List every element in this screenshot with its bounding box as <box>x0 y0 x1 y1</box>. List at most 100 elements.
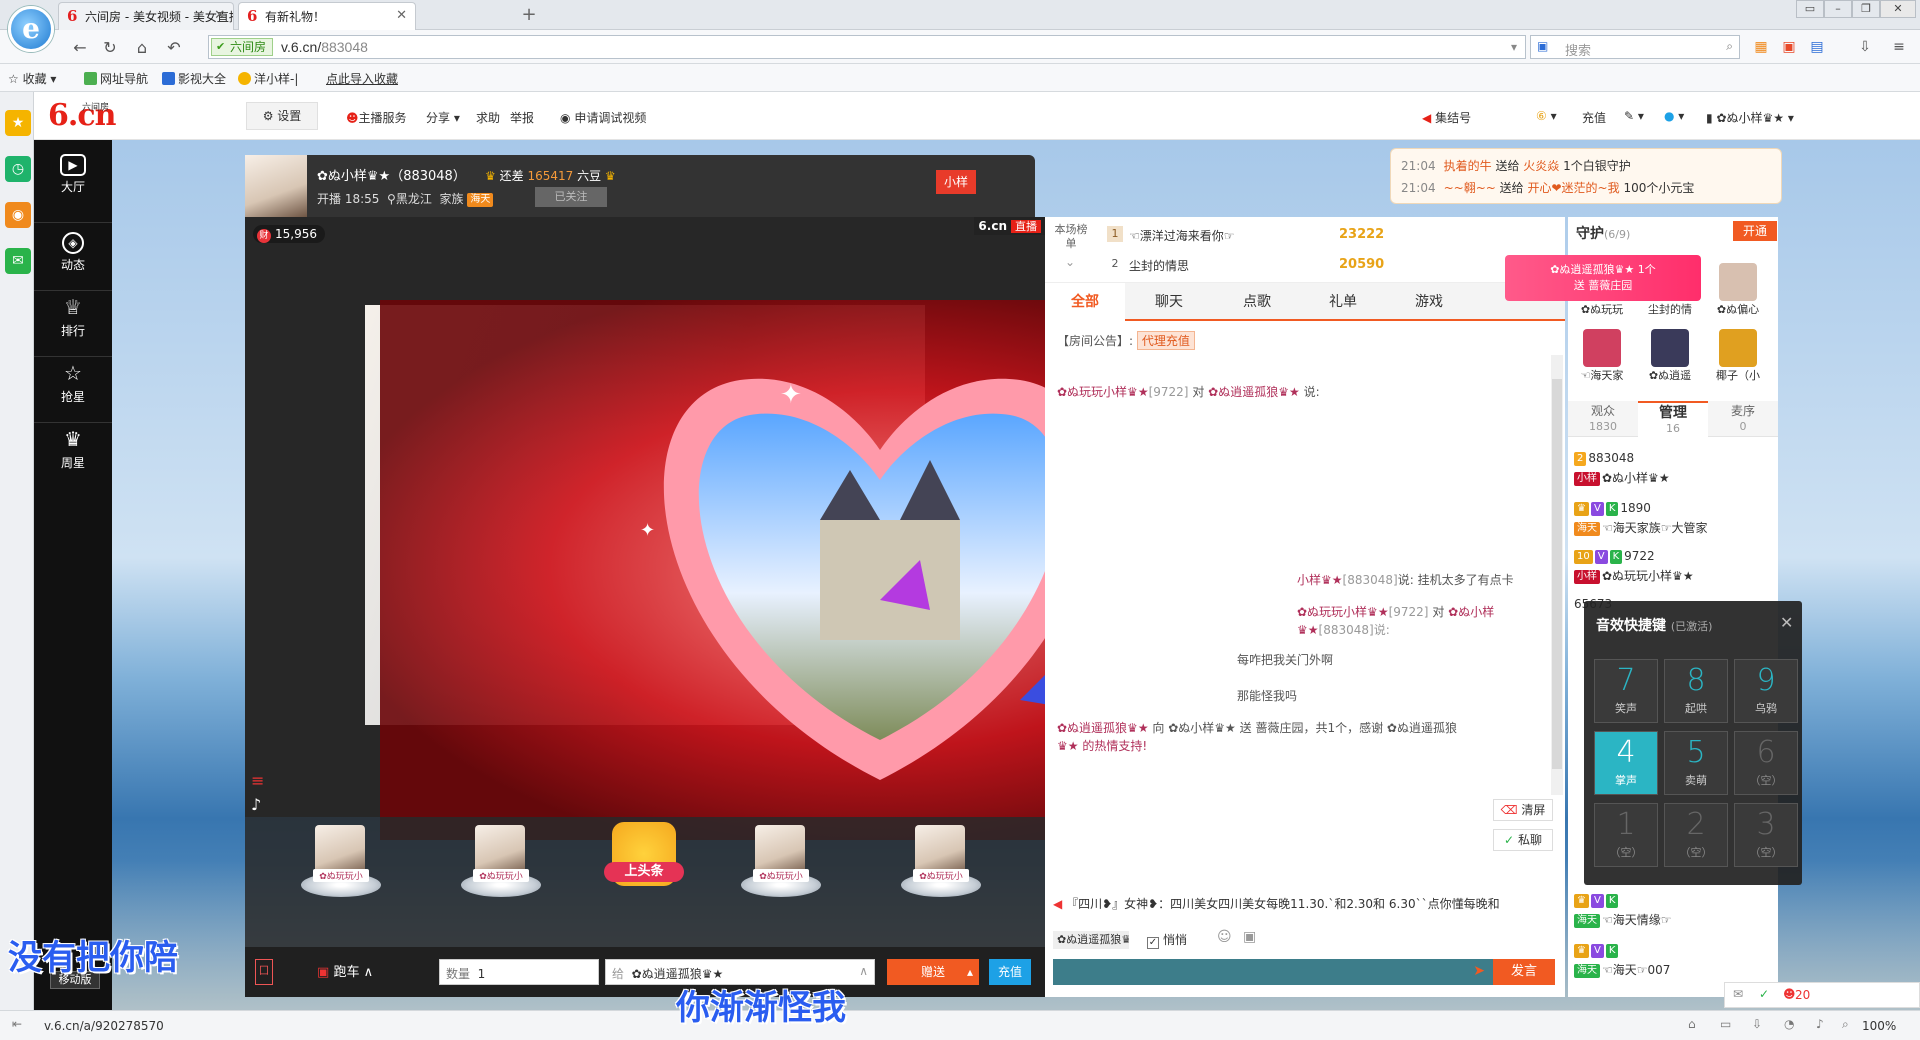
browser-tab-1[interactable]: 6 六间房 - 美女视频 - 美女直播 - ✕ <box>58 2 234 30</box>
sfx-key-4[interactable]: 4 掌声 <box>1594 731 1658 795</box>
rank-row[interactable]: 2 尘封的情思 20590 <box>1107 253 1557 277</box>
report-link[interactable]: 举报 <box>510 109 534 126</box>
nav-ranking[interactable]: ♕ 排行 <box>34 297 112 339</box>
dropdown-icon[interactable]: ▾ <box>1511 40 1517 54</box>
quantity-input[interactable]: 数量 1 <box>439 959 599 985</box>
rank-row[interactable]: 1 ☜漂洋过海来看你☞ 23222 <box>1107 223 1557 247</box>
seat[interactable]: ✿ぬ玩玩小 <box>733 825 829 915</box>
weibo-icon[interactable]: ◉ <box>5 202 31 228</box>
history-clock-icon[interactable]: ◷ <box>5 156 31 182</box>
bookmark-nav[interactable]: 网址导航 <box>84 70 148 87</box>
scroll-thumb[interactable] <box>1552 379 1562 769</box>
chat-messages[interactable]: 【房间公告】: 代理充值 ✿ぬ玩玩小样♛★[9722] 对 ✿ぬ逍遥孤狼♛★ 说… <box>1045 323 1555 795</box>
search-icon[interactable]: ⌕ <box>1726 39 1733 54</box>
window-close-button[interactable]: ✕ <box>1880 0 1916 18</box>
seat[interactable]: ✿ぬ玩玩小 <box>293 825 389 915</box>
viewer-row[interactable]: ♛ V K 海天 ☜海天情缘☞ <box>1574 891 1774 931</box>
home-icon[interactable]: ⌂ <box>132 38 152 57</box>
tab-gift-list[interactable]: 礼单 <box>1303 283 1383 321</box>
status-menu[interactable]: ● ▾ <box>1664 109 1684 123</box>
speed-icon[interactable]: ◔ <box>1784 1017 1794 1031</box>
search-field[interactable]: ▣ 搜索 ⌕ <box>1530 35 1740 59</box>
favorites-star-icon[interactable]: ★ <box>5 110 31 136</box>
tools-icon[interactable]: ▤ <box>1808 38 1826 56</box>
nav-weekly-star[interactable]: ♛ 周星 <box>34 429 112 471</box>
sfx-key-1[interactable]: 1 （空） <box>1594 803 1658 867</box>
whisper-checkbox[interactable]: ✓ 悄悄 <box>1147 931 1187 949</box>
url-field[interactable]: 六间房 v.6.cn/883048 ▾ <box>208 35 1526 59</box>
download-icon[interactable]: ⇩ <box>1752 1017 1762 1031</box>
chevron-down-icon[interactable]: ⌄ <box>1065 255 1075 269</box>
browser-tab-2[interactable]: 6 有新礼物！ ✕ <box>238 2 416 30</box>
tab-admin[interactable]: 管理 16 <box>1638 401 1708 437</box>
anchor-service-link[interactable]: ☻主播服务 <box>346 109 407 126</box>
new-tab-button[interactable]: + <box>516 4 542 28</box>
streamer-avatar[interactable] <box>245 155 307 217</box>
refresh-icon[interactable]: ↻ <box>100 38 120 57</box>
bookmark-yangxiaoyang[interactable]: 洋小样-| <box>238 70 298 87</box>
emoji-icon[interactable]: ☺ <box>1217 929 1232 945</box>
follow-button[interactable]: 已关注 <box>535 187 607 207</box>
share-link[interactable]: 分享 ▾ <box>426 109 460 126</box>
speaker-icon[interactable]: ♪ <box>1816 1017 1824 1031</box>
seat[interactable]: ✿ぬ玩玩小 <box>453 825 549 915</box>
download-icon[interactable]: ⇩ <box>1856 38 1874 56</box>
viewer-row[interactable]: 10 V K 9722 小样 ✿ぬ玩玩小样♛★ <box>1574 547 1774 587</box>
microphone-icon[interactable]: ♪ <box>251 795 261 814</box>
menu-icon[interactable]: ≡ <box>1890 38 1908 56</box>
check-icon[interactable]: ✓ <box>1759 987 1769 1001</box>
tab-chat[interactable]: 聊天 <box>1129 283 1209 321</box>
back-icon[interactable]: ← <box>70 38 90 57</box>
tab-audience[interactable]: 观众 1830 <box>1568 401 1638 437</box>
sfx-key-2[interactable]: 2 （空） <box>1664 803 1728 867</box>
bookmark-import[interactable]: 点此导入收藏 <box>326 70 398 87</box>
sfx-key-8[interactable]: 8 起哄 <box>1664 659 1728 723</box>
guard-item[interactable]: ✿ぬ逍遥 <box>1640 329 1700 389</box>
chat-recipient-select[interactable]: ✿ぬ逍遥孤狼♛ <box>1053 931 1129 949</box>
agent-recharge-link[interactable]: 代理充值 <box>1136 331 1195 350</box>
sfx-key-3[interactable]: 3 （空） <box>1734 803 1798 867</box>
nav-grab-star[interactable]: ☆ 抢星 <box>34 363 112 405</box>
close-icon[interactable]: ✕ <box>214 8 225 23</box>
sfx-key-6[interactable]: 6 （空） <box>1734 731 1798 795</box>
recharge-link[interactable]: 充值 <box>1582 109 1606 126</box>
close-icon[interactable]: ✕ <box>1780 613 1793 632</box>
settings-button[interactable]: ⚙ 设置 <box>246 102 318 130</box>
apps-icon[interactable]: ▦ <box>1752 38 1770 56</box>
image-icon[interactable]: ▣ <box>1243 929 1256 945</box>
wechat-icon[interactable]: ✉ <box>5 248 31 274</box>
send-message-button[interactable]: 发言 <box>1493 959 1555 985</box>
headline-button[interactable]: 上头条 <box>604 862 684 882</box>
race-car-button[interactable]: ▣ 跑车 ∧ <box>317 961 373 980</box>
edit-menu[interactable]: ✎ ▾ <box>1624 109 1644 123</box>
bookmark-video[interactable]: 影视大全 <box>162 70 226 87</box>
nav-dynamic[interactable]: ◈ 动态 <box>34 232 112 273</box>
clear-screen-button[interactable]: ⌫ 清屏 <box>1493 799 1553 821</box>
send-gift-button[interactable]: 赠送 ▴ <box>887 959 979 985</box>
debug-video-link[interactable]: ◉ 申请调试视频 <box>560 109 646 126</box>
tab-all[interactable]: 全部 <box>1045 283 1125 321</box>
family-tag[interactable]: 海天 <box>467 193 494 207</box>
monitor-icon[interactable]: ▭ <box>1720 1017 1731 1031</box>
sfx-key-7[interactable]: 7 笑声 <box>1594 659 1658 723</box>
coin-menu[interactable]: ⑥ ▾ <box>1536 109 1557 123</box>
video-player[interactable]: 财 15,956 6.cn 直播 ≡ ♪ <box>245 217 1045 817</box>
screenshot-icon[interactable]: ▣ <box>1780 38 1798 56</box>
secure-badge[interactable]: 六间房 <box>211 38 274 56</box>
tab-mic-queue[interactable]: 麦序 0 <box>1708 401 1778 437</box>
assembly-link[interactable]: ◀ 集结号 <box>1422 109 1471 126</box>
search-engine-icon[interactable]: ▣ <box>1537 39 1548 53</box>
sfx-key-5[interactable]: 5 卖萌 <box>1664 731 1728 795</box>
viewer-row[interactable]: 2 883048 小样 ✿ぬ小样♛★ <box>1574 449 1774 489</box>
close-icon[interactable]: ✕ <box>396 8 407 23</box>
open-guard-button[interactable]: 开通 <box>1733 221 1777 241</box>
browser-logo-icon[interactable]: e <box>8 6 54 52</box>
viewer-row[interactable]: ♛ V K 1890 海天 ☜海天家族☞大管家 <box>1574 499 1774 539</box>
nav-hall[interactable]: ▶ 大厅 <box>34 154 112 195</box>
chat-scrollbar[interactable] <box>1551 355 1563 795</box>
user-menu[interactable]: ▮ ✿ぬ小样♛★ ▾ <box>1706 109 1794 126</box>
seat[interactable]: ✿ぬ玩玩小 <box>893 825 989 915</box>
gift-panel-icon[interactable]: 囗 <box>255 959 273 985</box>
skin-button[interactable]: ▭ <box>1796 0 1824 18</box>
private-chat-button[interactable]: ✓ 私聊 <box>1493 829 1553 851</box>
